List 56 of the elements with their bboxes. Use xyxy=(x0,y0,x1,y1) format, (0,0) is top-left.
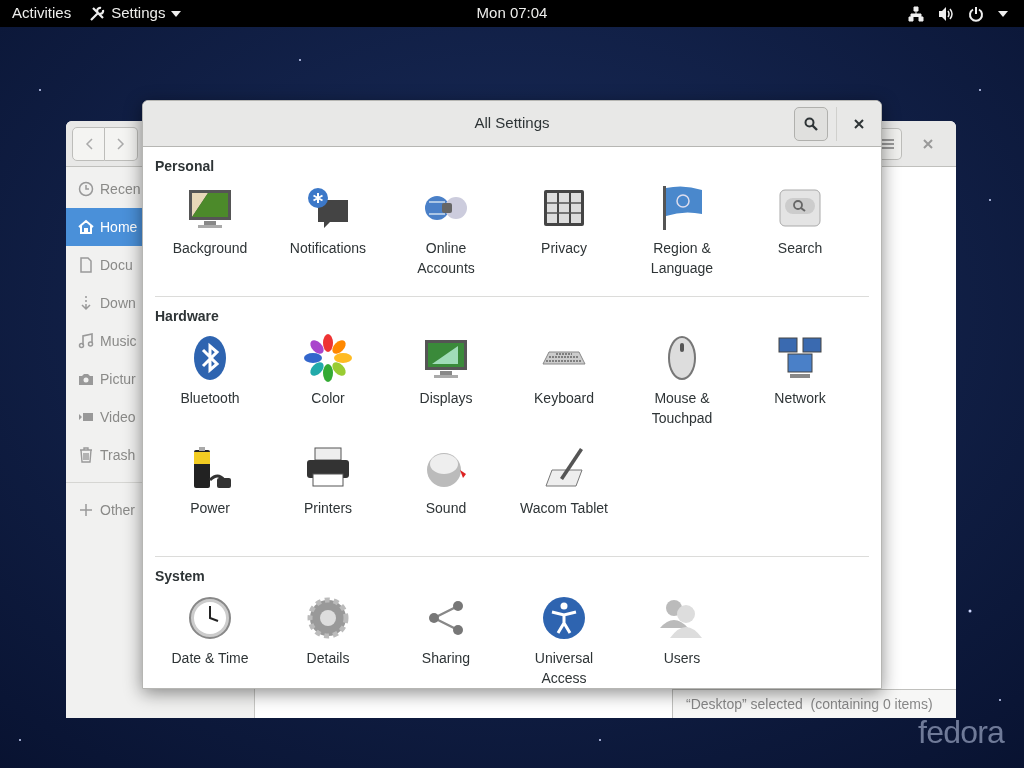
search-icon xyxy=(804,116,818,131)
settings-item[interactable]: Color xyxy=(269,334,387,428)
caret-icon xyxy=(998,10,1008,17)
activities-button[interactable]: Activities xyxy=(12,2,72,25)
network-icon xyxy=(908,5,924,22)
close-icon xyxy=(854,118,864,129)
settings-item[interactable]: Search xyxy=(741,184,859,278)
menu-icon xyxy=(882,138,894,149)
forward-button[interactable] xyxy=(105,126,138,161)
tools-icon xyxy=(89,5,106,22)
accessibility-icon xyxy=(540,594,588,642)
keyboard-icon xyxy=(540,350,588,366)
status-text: “Desktop” selected (containing 0 items) xyxy=(672,689,956,718)
settings-item[interactable]: Displays xyxy=(387,334,505,428)
close-icon xyxy=(923,138,933,149)
section-heading: Personal xyxy=(155,157,216,176)
chevron-left-icon xyxy=(84,137,93,150)
settings-item[interactable]: Universal Access xyxy=(505,594,623,688)
settings-item[interactable]: Privacy xyxy=(505,184,623,278)
settings-item[interactable]: Online Accounts xyxy=(387,184,505,278)
plus-icon xyxy=(78,502,94,518)
flower-icon xyxy=(304,334,352,382)
settings-item[interactable]: Network xyxy=(741,334,859,428)
settings-item[interactable]: Printers xyxy=(269,444,387,538)
clock-icon xyxy=(186,594,234,642)
section-heading: Hardware xyxy=(155,307,220,326)
settings-item[interactable]: Sound xyxy=(387,444,505,538)
settings-item[interactable]: Sharing xyxy=(387,594,505,688)
download-icon xyxy=(78,295,94,311)
clock[interactable]: Mon 07:04 xyxy=(476,2,548,25)
settings-item[interactable]: Details xyxy=(269,594,387,688)
search-button[interactable] xyxy=(794,106,828,141)
section-heading: System xyxy=(155,567,206,586)
app-menu-button[interactable]: Settings xyxy=(89,2,182,25)
settings-item[interactable]: Users xyxy=(623,594,741,688)
trash-icon xyxy=(78,447,94,463)
chevron-right-icon xyxy=(117,137,125,150)
settings-item[interactable]: Notifications xyxy=(269,184,387,278)
camera-icon xyxy=(78,371,94,387)
settings-item[interactable]: Region & Language xyxy=(623,184,741,278)
settings-item[interactable]: Background xyxy=(151,184,269,278)
power-icon xyxy=(968,5,984,22)
document-icon xyxy=(78,257,94,273)
settings-item[interactable]: Bluetooth xyxy=(151,334,269,428)
window-title: All Settings xyxy=(474,113,550,134)
house-icon xyxy=(78,219,94,235)
settings-item[interactable]: Power xyxy=(151,444,269,538)
clock-icon xyxy=(78,181,94,197)
settings-item[interactable]: Keyboard xyxy=(505,334,623,428)
volume-icon xyxy=(938,5,954,22)
settings-item[interactable]: Date & Time xyxy=(151,594,269,688)
caret-icon xyxy=(171,10,182,17)
settings-item[interactable]: Mouse & Touchpad xyxy=(623,334,741,428)
menu-button[interactable] xyxy=(880,127,902,160)
music-note-icon xyxy=(78,333,94,349)
settings-item[interactable]: Wacom Tablet xyxy=(505,444,623,538)
